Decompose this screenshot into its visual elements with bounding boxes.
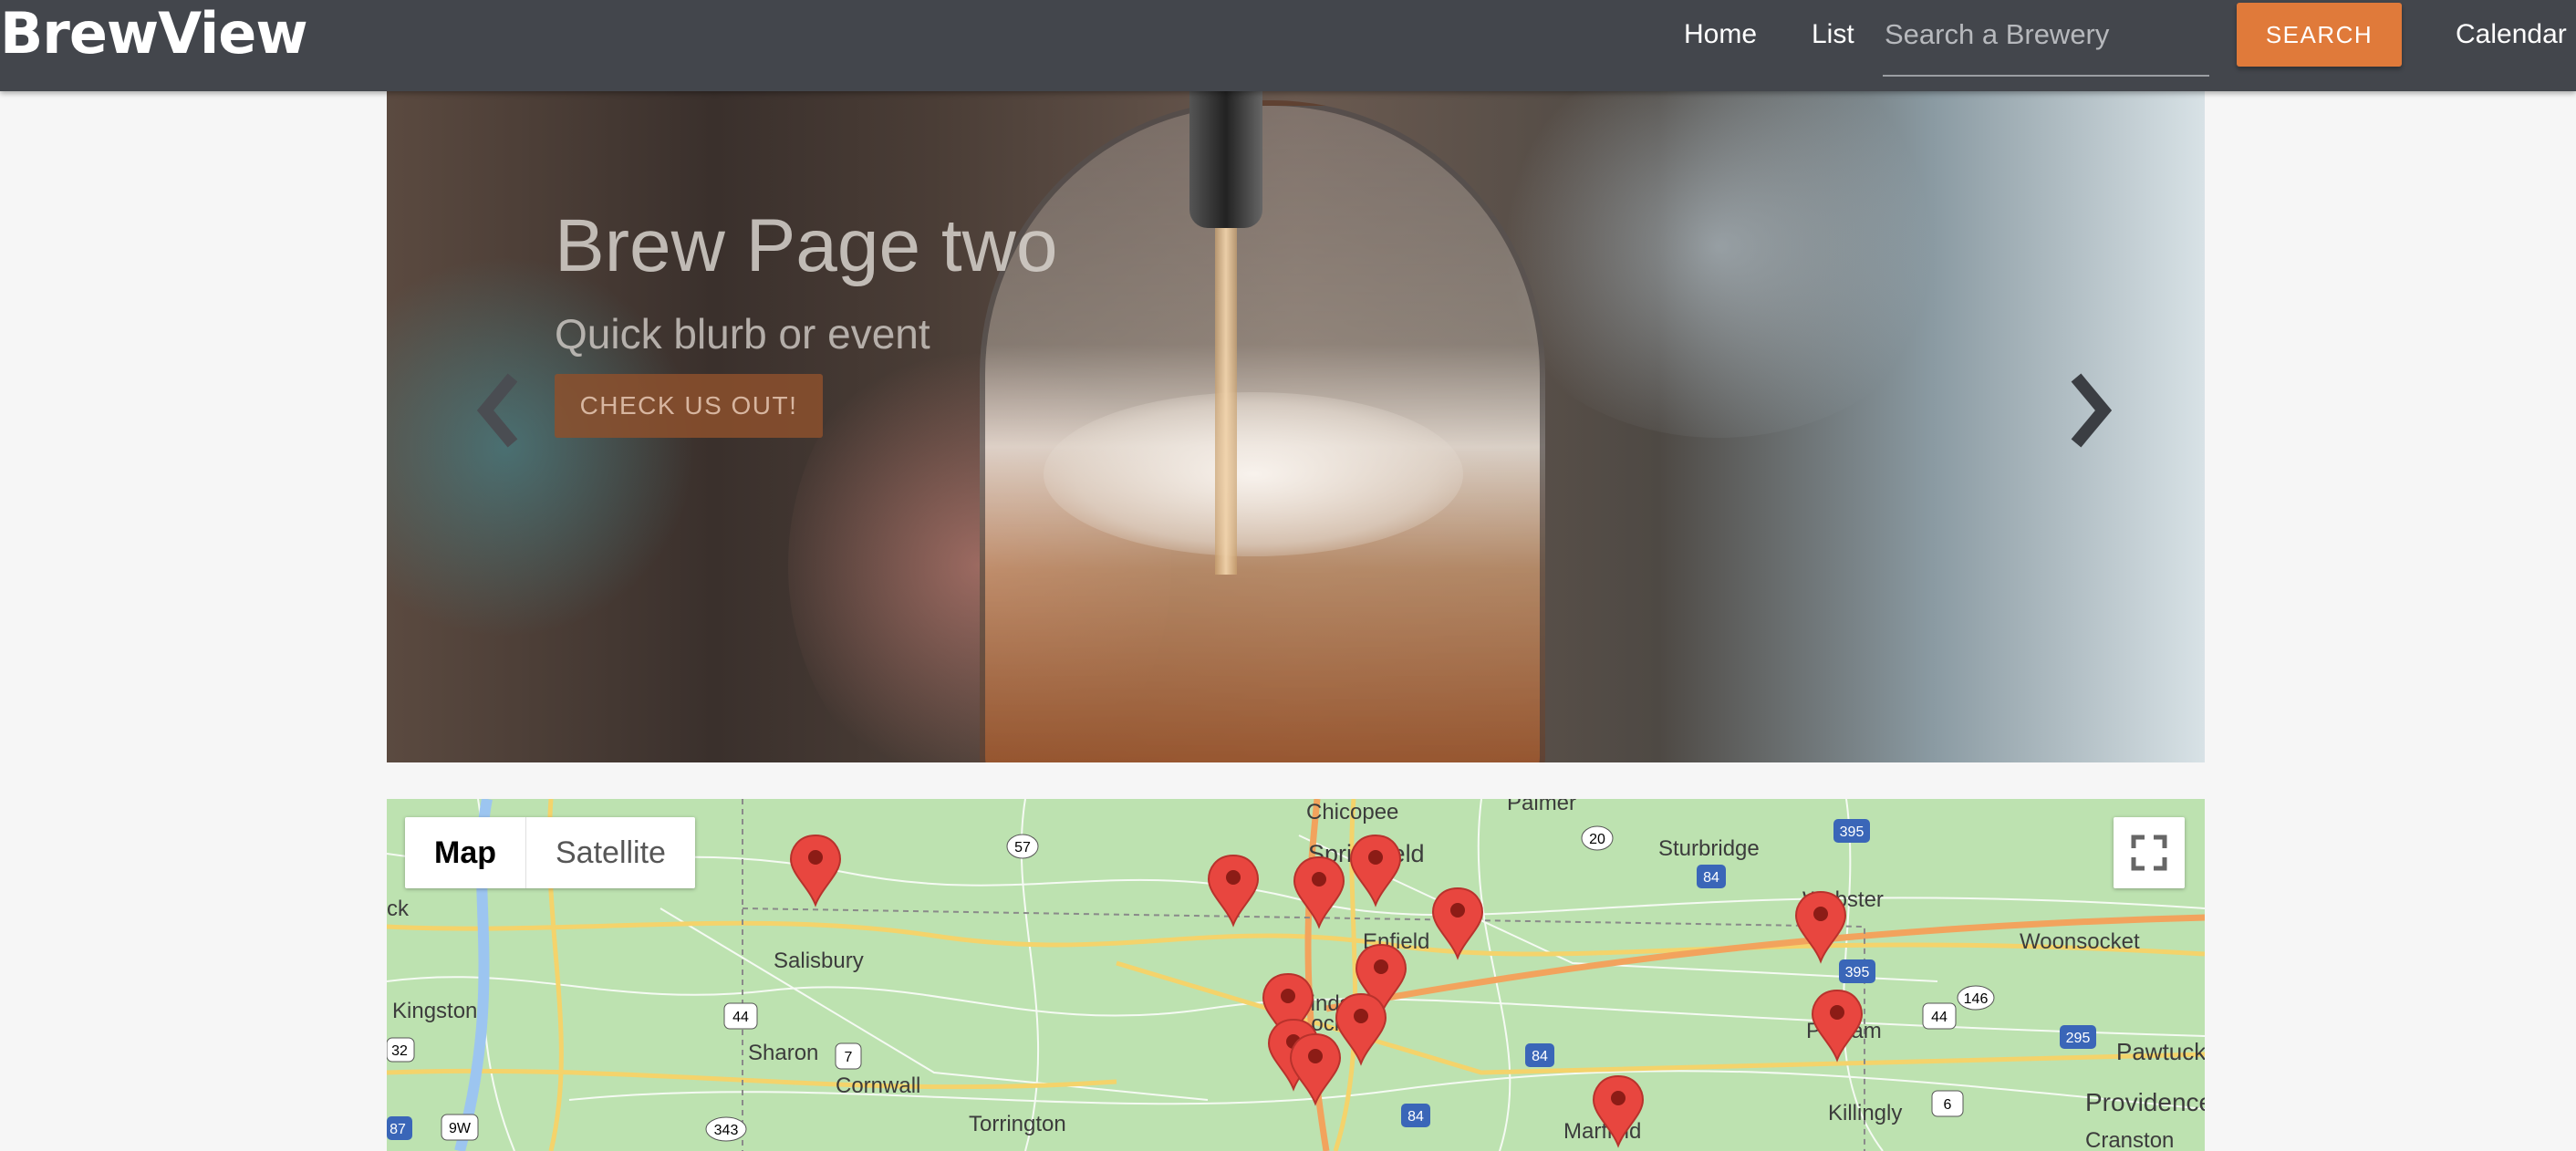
route-shield: 32 [387, 1037, 415, 1063]
route-shield: 343 [705, 1116, 747, 1142]
svg-text:84: 84 [1407, 1109, 1424, 1125]
place-label: Palmer [1507, 799, 1576, 815]
svg-text:87: 87 [390, 1122, 406, 1137]
svg-text:295: 295 [2066, 1031, 2091, 1046]
carousel-title: Brew Page two [555, 204, 1058, 287]
hero-image-bokeh [1481, 91, 1956, 438]
svg-text:395: 395 [1840, 824, 1864, 840]
top-navbar: BrewView Home List SEARCH Calendar [0, 0, 2576, 91]
hero-image-beer-stream [1215, 228, 1237, 575]
place-label: Providence [2085, 1088, 2205, 1116]
svg-text:9W: 9W [449, 1121, 472, 1136]
place-label: Sturbridge [1658, 836, 1760, 861]
route-shield: 146 [1957, 985, 1995, 1011]
map-type-control: Map Satellite [405, 817, 695, 888]
check-us-out-button[interactable]: CHECK US OUT! [555, 374, 823, 438]
svg-text:146: 146 [1964, 991, 1989, 1007]
svg-text:343: 343 [714, 1123, 739, 1138]
place-label: Chicopee [1306, 800, 1398, 824]
nav-home-link[interactable]: Home [1684, 16, 1757, 53]
route-shield: 84 [1525, 1043, 1554, 1067]
fullscreen-icon[interactable] [2114, 817, 2185, 888]
route-shield: 44 [1922, 1002, 1957, 1030]
search-input[interactable] [1883, 11, 2209, 75]
place-label: Sharon [748, 1041, 818, 1065]
route-shield: 295 [2060, 1025, 2096, 1049]
place-label: Cranston [2085, 1128, 2174, 1151]
place-label: Killingly [1828, 1101, 1902, 1125]
place-label: Pawtuck [2116, 1038, 2205, 1065]
svg-text:20: 20 [1589, 832, 1605, 847]
svg-text:57: 57 [1014, 840, 1031, 855]
svg-text:84: 84 [1532, 1049, 1548, 1064]
route-shield: 9W [441, 1114, 479, 1141]
route-shield: 44 [723, 1002, 758, 1030]
svg-text:395: 395 [1845, 965, 1870, 980]
route-shield: 7 [835, 1042, 862, 1070]
map-type-satellite-button[interactable]: Satellite [526, 817, 695, 888]
hero-image-tap [1189, 91, 1262, 228]
place-label: ck [387, 897, 410, 921]
svg-text:7: 7 [845, 1050, 853, 1065]
brand-logo[interactable]: BrewView [0, 2, 308, 66]
route-shield: 395 [1833, 819, 1870, 843]
svg-text:6: 6 [1944, 1097, 1952, 1113]
place-label: Cornwall [836, 1073, 920, 1098]
map-type-map-button[interactable]: Map [405, 817, 526, 888]
search-button[interactable]: SEARCH [2237, 3, 2402, 67]
svg-text:44: 44 [1931, 1010, 1948, 1025]
route-shield: 84 [1401, 1104, 1430, 1127]
route-shield: 20 [1581, 825, 1614, 851]
nav-calendar-link[interactable]: Calendar [2456, 16, 2567, 53]
search-field [1883, 11, 2209, 77]
svg-text:32: 32 [391, 1043, 408, 1059]
route-shield: 84 [1697, 865, 1726, 888]
chevron-left-icon[interactable] [473, 365, 527, 456]
carousel-caption: Brew Page two Quick blurb or event CHECK… [555, 201, 1058, 438]
chevron-right-icon[interactable] [2062, 365, 2116, 456]
route-shield: 87 [387, 1116, 412, 1140]
place-label: Kingston [392, 999, 477, 1023]
route-shield: 6 [1931, 1090, 1964, 1117]
svg-text:84: 84 [1703, 870, 1719, 886]
brewery-map[interactable]: Chicopee Palmer Springfield Sturbridge W… [387, 799, 2205, 1151]
carousel-subtitle: Quick blurb or event [555, 310, 930, 358]
route-shield: 395 [1839, 959, 1875, 983]
nav-list-link[interactable]: List [1812, 16, 1854, 53]
place-label: Salisbury [774, 949, 864, 973]
place-label: Woonsocket [2020, 929, 2140, 954]
svg-text:44: 44 [732, 1010, 749, 1025]
hero-image-foam [1044, 392, 1463, 556]
place-label: Torrington [969, 1112, 1066, 1136]
route-shield: 57 [1006, 834, 1039, 859]
hero-carousel: Brew Page two Quick blurb or event CHECK… [387, 91, 2205, 762]
